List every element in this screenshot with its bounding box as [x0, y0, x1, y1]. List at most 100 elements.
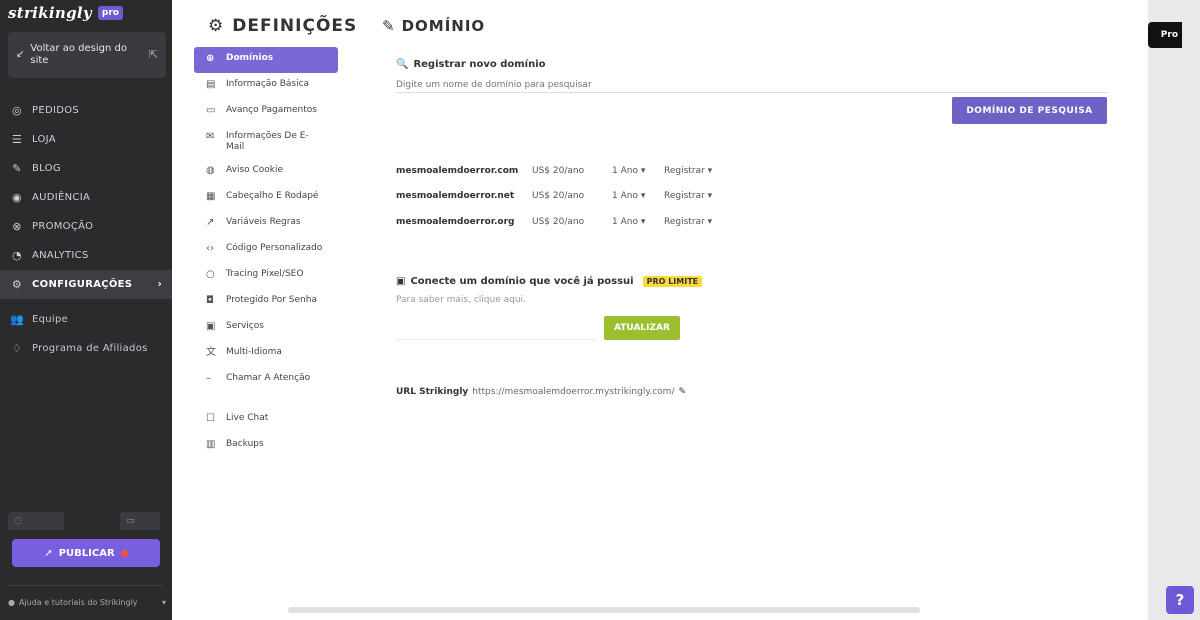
cookie-icon: ◍ — [206, 165, 215, 176]
menu-label: Domínios — [226, 53, 274, 63]
register-heading: 🔍 Registrar novo domínio — [396, 59, 546, 70]
nav-item-settings[interactable]: ⚙ CONFIGURAÇÕES › — [0, 270, 172, 299]
services-icon: ▣ — [206, 321, 216, 332]
bottom-tools: ◌ ▭ — [8, 512, 160, 530]
subdomain-url[interactable]: https://mesmoalemdoerror.mystrikingly.co… — [472, 387, 674, 397]
menu-label: Protegido Por Senha — [226, 295, 317, 305]
nav-label: PEDIDOS — [32, 105, 80, 116]
register-select[interactable]: Registrar ▾ — [664, 166, 712, 176]
term-select[interactable]: 1 Ano ▾ — [612, 217, 664, 227]
gear-icon: ⚙ — [208, 16, 225, 36]
logo-row: strikingly pro — [8, 4, 123, 22]
help-link-label: Ajuda e tutoriais do Strikingly — [18, 598, 138, 607]
connect-domain-input[interactable] — [396, 318, 596, 340]
device-toggle-button[interactable]: ▭ — [120, 512, 160, 530]
menu-label: Cabeçalho E Rodapé — [226, 191, 319, 201]
chevron-right-icon: › — [157, 279, 162, 290]
menu-item-payments[interactable]: ▭ Avanço Pagamentos — [194, 99, 338, 125]
nav-item-affiliate[interactable]: ♢ Programa de Afiliados — [0, 334, 172, 363]
menu-item-cookie[interactable]: ◍ Aviso Cookie — [194, 159, 338, 185]
nav-item-promotion[interactable]: ⊗ PROMOÇÃO — [0, 212, 172, 241]
search-domain-button[interactable]: DOMÍNIO DE PESQUISA — [952, 97, 1107, 124]
info-icon: ▤ — [206, 79, 216, 90]
menu-label: Informações De E-Mail — [226, 131, 309, 152]
back-to-design-button[interactable]: ↙ Voltar ao design do site ⇱ — [8, 32, 166, 78]
menu-item-services[interactable]: ▣ Serviços — [194, 315, 338, 341]
subdomain-label: URL Strikingly — [396, 387, 469, 397]
pro-badge: pro — [97, 6, 123, 20]
audience-icon: ◉ — [12, 191, 22, 204]
orders-icon: ◎ — [12, 104, 22, 117]
preview-area — [1148, 0, 1200, 620]
eye-icon: ◌ — [14, 516, 22, 526]
suggestions-label — [396, 139, 526, 151]
menu-label: Tracing Pixel/SEO — [226, 269, 304, 279]
register-heading-text: Registrar novo domínio — [413, 59, 546, 70]
settings-menu: ⊕ Domínios ▤ Informação Básica ▭ Avanço … — [194, 47, 338, 459]
menu-label: Chamar A Atenção — [226, 373, 311, 383]
nav-item-blog[interactable]: ✎ BLOG — [0, 154, 172, 183]
upgrade-button[interactable]: ATUALIZAR — [604, 316, 680, 340]
bulb-icon: ● — [8, 598, 15, 607]
store-icon: ☰ — [11, 133, 23, 146]
notification-dot — [120, 549, 128, 557]
preview-button[interactable]: ◌ — [8, 512, 64, 530]
term-select[interactable]: 1 Ano ▾ — [612, 166, 664, 176]
domain-search-input[interactable] — [396, 77, 1108, 93]
menu-label: Avanço Pagamentos — [226, 105, 317, 115]
domain-name: mesmoalemdoerror.net — [396, 191, 515, 201]
link-icon: ▣ — [396, 276, 406, 287]
nav-label: AUDIÊNCIA — [32, 192, 91, 203]
promotion-icon: ⊗ — [12, 220, 22, 233]
menu-item-live-chat[interactable]: ☐ Live Chat — [194, 407, 338, 433]
menu-label: Serviços — [226, 321, 264, 331]
menu-label: Aviso Cookie — [226, 165, 284, 175]
menu-item-header-footer[interactable]: ▦ Cabeçalho E Rodapé — [194, 185, 338, 211]
menu-item-attention[interactable]: – Chamar A Atenção — [194, 367, 338, 393]
help-link[interactable]: ● Ajuda e tutoriais do Strikingly ▾ — [8, 598, 166, 608]
rules-icon: ↗ — [206, 217, 215, 228]
edit-icon[interactable]: ✎ — [679, 387, 687, 397]
menu-item-password[interactable]: ◘ Protegido Por Senha — [194, 289, 338, 315]
nav-label: Programa de Afiliados — [32, 343, 148, 354]
menu-label: Multi-Idioma — [226, 347, 282, 357]
menu-item-domains[interactable]: ⊕ Domínios — [194, 47, 338, 73]
nav-item-store[interactable]: ☰ LOJA — [0, 125, 172, 154]
nav-label: BLOG — [32, 163, 61, 174]
settings-title-text: DEFINIÇÕES — [232, 16, 358, 36]
nav-label: CONFIGURAÇÕES — [32, 279, 133, 290]
menu-item-language[interactable]: 文 Multi-Idioma — [194, 341, 338, 367]
horizontal-scrollbar[interactable] — [288, 607, 920, 613]
publish-label: PUBLICAR — [58, 547, 115, 559]
menu-item-pixel-seo[interactable]: ○ Tracing Pixel/SEO — [194, 263, 338, 289]
affiliate-icon: ♢ — [11, 342, 23, 355]
menu-item-basic-info[interactable]: ▤ Informação Básica — [194, 73, 338, 99]
menu-item-backups[interactable]: ▥ Backups — [194, 433, 338, 459]
domain-price: US$ 20/ano — [532, 191, 585, 201]
menu-item-custom-code[interactable]: ‹› Código Personalizado — [194, 237, 338, 263]
menu-item-email[interactable]: ✉ Informações De E-Mail — [194, 125, 338, 159]
nav-item-team[interactable]: 👥 Equipe — [0, 305, 172, 334]
connect-heading-text: Conecte um domínio que você já possui — [410, 276, 634, 287]
rocket-icon: ➚ — [44, 547, 53, 559]
menu-item-rules[interactable]: ↗ Variáveis Regras — [194, 211, 338, 237]
menu-label: Informação Básica — [226, 79, 310, 89]
term-select[interactable]: 1 Ano ▾ — [612, 191, 664, 201]
nav-item-audience[interactable]: ◉ AUDIÊNCIA — [0, 183, 172, 212]
nav-item-orders[interactable]: ◎ PEDIDOS — [0, 96, 172, 125]
pro-tab[interactable]: Pro — [1148, 22, 1182, 48]
tag-icon: ✎ — [382, 17, 396, 35]
logo[interactable]: strikingly — [8, 4, 92, 22]
domain-row: mesmoalemdoerror.com US$ 20/ano 1 Ano ▾ … — [396, 163, 712, 179]
register-select[interactable]: Registrar ▾ — [664, 191, 712, 201]
connect-heading: ▣ Conecte um domínio que você já possui … — [396, 276, 703, 287]
publish-button[interactable]: ➚ PUBLICAR — [12, 539, 160, 567]
domain-row: mesmoalemdoerror.net US$ 20/ano 1 Ano ▾ … — [396, 188, 712, 204]
nav-item-analytics[interactable]: ◔ ANALYTICS — [0, 241, 172, 270]
settings-panel: ⚙ DEFINIÇÕES ⊕ Domínios ▤ Informação Bás… — [172, 0, 1148, 620]
nav-label: ANALYTICS — [32, 250, 89, 261]
connect-help-text[interactable]: Para saber mais, clique aqui. — [396, 295, 526, 305]
register-select[interactable]: Registrar ▾ — [664, 217, 712, 227]
help-button[interactable]: ? — [1166, 586, 1194, 614]
sidebar-nav: ◎ PEDIDOS ☰ LOJA ✎ BLOG ◉ AUDIÊNCIA ⊗ PR… — [0, 96, 172, 363]
